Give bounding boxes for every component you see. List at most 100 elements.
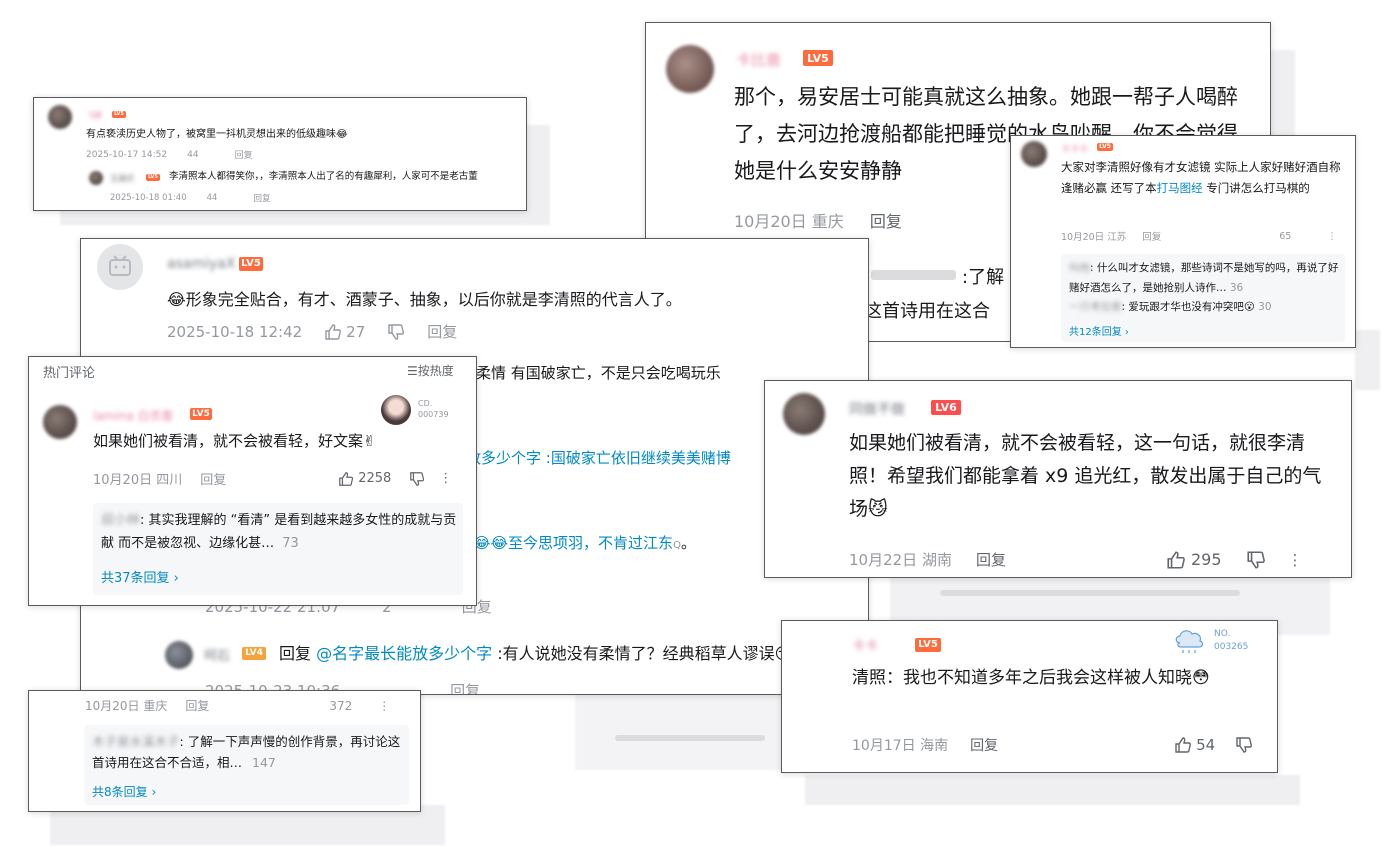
level-badge: LV5 (190, 408, 212, 420)
comment-time: 10月17日 海南 (852, 738, 949, 754)
avatar[interactable] (666, 45, 714, 93)
level-badge: LV6 (931, 400, 961, 415)
comment-fragment: 有柔情 有国破家亡，不是只会吃喝玩乐 (461, 364, 721, 382)
list-icon: ☰ (407, 363, 418, 378)
comment-meta: 10月22日 湖南 回复 295 ⋮ (849, 549, 1303, 570)
background-card (1355, 330, 1380, 390)
username[interactable]: 卡比兽 (736, 49, 781, 70)
like-count: 2258 (358, 471, 392, 486)
username[interactable]: asamiyaX (167, 256, 235, 272)
like-count: 372 (329, 698, 353, 713)
like-button[interactable]: 295 (1166, 550, 1222, 570)
comment-meta: 10月20日 江苏 回复 65 ⋮ (1061, 229, 1337, 244)
badge-avatar-icon (381, 395, 411, 425)
avatar[interactable] (43, 405, 77, 439)
background-card (575, 690, 785, 770)
reply-button[interactable]: 回复 (185, 697, 209, 714)
fan-badge: NO. 003265 (1172, 625, 1272, 657)
more-icon[interactable]: ⋮ (1327, 231, 1337, 242)
expand-replies-link[interactable]: 共12条回复 › (1069, 323, 1129, 338)
more-icon[interactable]: ⋮ (439, 471, 452, 486)
comment-text: 清照：我也不知道多年之后我会这样被人知晓😳 (852, 668, 1210, 688)
dislike-button[interactable] (1246, 550, 1266, 570)
avatar[interactable] (48, 105, 72, 129)
reply-button[interactable]: 回复 (427, 321, 457, 342)
mention-link[interactable]: @名字最长能放多少个字 (316, 644, 492, 663)
more-icon[interactable]: ⋮ (1271, 737, 1277, 753)
comment-card-extension: :了解 这首诗用在这合 (866, 246, 1012, 342)
section-title: 热门评论 (43, 366, 96, 381)
reply-preview: 叔小林: 其实我理解的 “看清” 是看到越来越多女性的成就与贡献 而不是被忽视、… (93, 503, 463, 595)
like-count: 27 (346, 322, 366, 341)
blurred-username (871, 270, 956, 280)
reply-preview: 木子泉水溪木子: 了解一下声声慢的创作背景，再讨论这首诗用在这合不合适，相… 1… (84, 725, 409, 805)
comment-time: 2025-10-17 14:52 (86, 149, 168, 160)
username[interactable]: 同做不做 (849, 399, 905, 419)
like-button[interactable]: 2258 (338, 471, 391, 487)
like-count: 44 (187, 149, 199, 160)
comment-text: 有点亵渎历史人物了，被窝里一抖机灵想出来的低级趣味😂 (86, 129, 348, 140)
level-badge: LV5 (915, 638, 941, 652)
tv-mascot-icon (109, 255, 131, 276)
like-count: 54 (1196, 736, 1216, 754)
comment-text: 如果她们被看清，就不会被看轻，好文案✌ (93, 432, 376, 450)
comment-fragment: 这首诗用在这合 (866, 301, 990, 322)
comment-time: 10月20日 江苏 (1061, 232, 1127, 243)
thumbs-up-icon (1167, 550, 1185, 569)
reply-button[interactable]: 回复 (253, 192, 270, 204)
reply-button[interactable]: 回复 (1142, 229, 1161, 243)
reply-button[interactable]: 回复 (870, 208, 902, 232)
reply-button[interactable]: 回复 (235, 148, 253, 161)
username[interactable]: 卡卡卡 (1061, 142, 1088, 155)
like-button[interactable]: 27 (324, 323, 365, 341)
reply-text: 一只考拉兽: 爱玩跟才华也没有冲突吧😮 30 (1069, 301, 1272, 313)
avatar[interactable] (97, 244, 143, 290)
thumbs-down-icon (1246, 550, 1265, 569)
username[interactable]: 呵石 (204, 645, 230, 664)
comment-fragment: :了解 (962, 267, 1005, 288)
background-line (940, 590, 1240, 596)
username[interactable]: 卡卡 (852, 635, 878, 654)
level-badge: LV5 (1097, 143, 1113, 151)
username[interactable]: 玉漏迟 (110, 173, 134, 184)
reply-preview: 叫他: 什么叫才女滤镜，那些诗词不是她写的吗，再说了好赌好酒怎么了，是她抢别人诗… (1061, 254, 1345, 342)
avatar[interactable] (783, 393, 825, 435)
expand-replies-link[interactable]: 共8条回复 › (92, 783, 156, 800)
more-icon[interactable]: ⋮ (378, 699, 390, 713)
reply-button[interactable]: 回复 (970, 735, 998, 755)
username[interactable]: lamina 白衣客 (93, 407, 174, 424)
comment-meta: 10月20日 重庆 回复 372 ⋮ (85, 697, 390, 714)
avatar[interactable] (165, 641, 193, 669)
thumbs-down-icon (1236, 737, 1253, 753)
expand-replies-link[interactable]: 共37条回复 › (101, 567, 179, 586)
reply-text: 木子泉水溪木子: 了解一下声声慢的创作背景，再讨论这首诗用在这合不合适，相… 1… (92, 734, 401, 770)
comment-meta: 10月17日 海南 回复 54 ⋮ (852, 735, 1277, 755)
reply-text: 叔小林: 其实我理解的 “看清” 是看到越来越多女性的成就与贡献 而不是被忽视、… (101, 513, 457, 551)
comment-meta: 2025-10-18 12:42 27 回复 (167, 321, 457, 342)
comment-time: 10月20日 四川 (93, 473, 183, 488)
thumbs-down-icon (388, 324, 405, 340)
comment-card: 卡卡 LV5 NO. 003265 清照：我也不知道多年之后我会这样被人知晓😳 … (781, 620, 1278, 773)
comment-text: 大家对李清照好像有才女滤镜 实际上人家好赌好酒自称逢赌必赢 还写了本打马图经 专… (1061, 160, 1341, 195)
like-button[interactable]: 54 (1174, 736, 1215, 754)
comment-card: 飞卿 LV5 有点亵渎历史人物了，被窝里一抖机灵想出来的低级趣味😂 2025-1… (33, 97, 527, 211)
book-link[interactable]: 打马图经 (1157, 181, 1203, 195)
badge-number: 003265 (1214, 642, 1249, 652)
comment-time: 2025-10-18 01:40 (110, 193, 187, 203)
avatar[interactable] (89, 171, 103, 185)
reply-button[interactable]: 回复 (976, 549, 1006, 570)
more-icon[interactable]: ⋮ (1288, 551, 1303, 569)
dislike-button[interactable] (387, 322, 405, 341)
badge-number: 000739 (418, 410, 449, 419)
sort-button[interactable]: ☰ 按热度 (407, 362, 454, 379)
dislike-button[interactable] (1235, 736, 1253, 754)
reply-button[interactable]: 回复 (200, 469, 226, 488)
dislike-button[interactable] (409, 471, 425, 487)
comment-text: 如果她们被看清，就不会被看轻，这一句话，就很李清照！希望我们都能拿着 x9 追光… (849, 432, 1322, 520)
reply-button[interactable]: 回复 (450, 680, 480, 694)
username[interactable]: 飞卿 (86, 110, 102, 121)
avatar[interactable] (1021, 141, 1047, 167)
comment-time: 10月20日 重庆 (85, 699, 168, 713)
comment-card: 热门评论 ☰ 按热度 lamina 白衣客 LV5 CD. 000739 如果她… (28, 356, 477, 606)
badge-label: CD. (418, 399, 433, 408)
